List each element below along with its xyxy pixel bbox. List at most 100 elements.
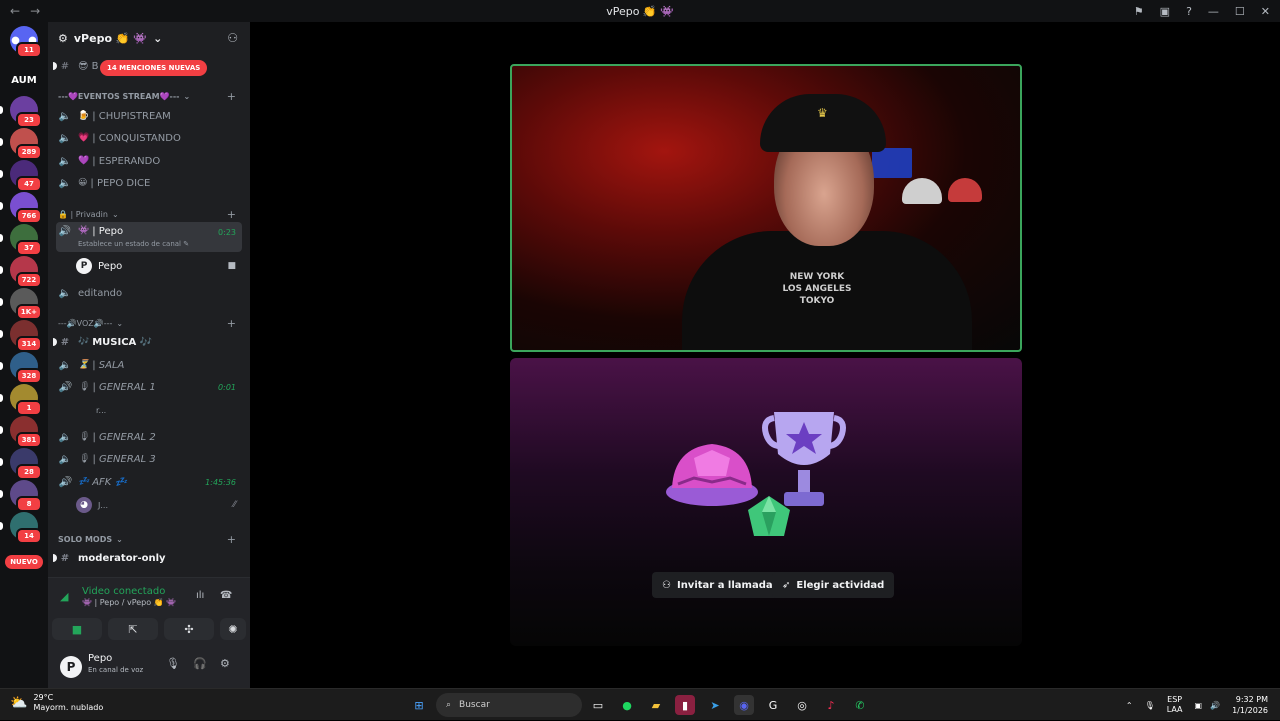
person-cap: [760, 94, 886, 152]
server-icon[interactable]: 8: [0, 480, 42, 512]
channel-conquistando[interactable]: 🔈 💗 | CONQUISTANDO: [56, 128, 242, 148]
server-badge: 766: [16, 208, 42, 224]
volume-icon[interactable]: 🔊: [1210, 701, 1220, 710]
chevron-down-icon: ⌄: [116, 318, 124, 328]
server-icon[interactable]: 37: [0, 224, 42, 256]
server-icon[interactable]: 1: [0, 384, 42, 416]
app-icon-pink[interactable]: ▮: [675, 695, 695, 715]
channel-chupistream[interactable]: 🔈 🍺 | CHUPISTREAM: [56, 106, 242, 126]
server-header[interactable]: ⚙ vPepo 👏 👾 ⌄ ⚇: [48, 22, 250, 54]
channel-moderator-only[interactable]: # moderator-only: [53, 548, 242, 568]
server-icon[interactable]: 23: [0, 96, 42, 128]
soundboard-button[interactable]: ✺: [220, 618, 246, 640]
microphone-icon[interactable]: 🎙: [1145, 701, 1155, 710]
chrome-icon[interactable]: ◎: [792, 695, 812, 715]
channel-sala[interactable]: 🔈 ⏳ | SALA: [56, 355, 242, 375]
server-badge: 1: [16, 400, 42, 416]
search-placeholder: Buscar: [459, 700, 490, 710]
channel-editando[interactable]: 🔈 editando: [56, 283, 242, 303]
channel-general-3[interactable]: 🔈 🎙 | GENERAL 3: [56, 449, 242, 469]
noise-suppression-icon[interactable]: ılı: [196, 590, 204, 601]
weather-widget[interactable]: ⛅ 29°C Mayorm. nublado: [10, 693, 103, 713]
voice-user-pepo[interactable]: P Pepo ■: [76, 256, 242, 276]
choose-activity-button[interactable]: ➶ Elegir actividad: [772, 572, 895, 598]
server-icon[interactable]: 47: [0, 160, 42, 192]
network-icon[interactable]: ▣: [1195, 701, 1203, 710]
avatar[interactable]: P: [60, 656, 82, 678]
add-channel-icon[interactable]: +: [227, 533, 236, 546]
category-solo-mods-label: SOLO MODS: [58, 534, 113, 544]
close-icon[interactable]: ✕: [1261, 5, 1270, 18]
gear-icon[interactable]: ⚙: [220, 657, 230, 670]
video-tile-pepo[interactable]: ♛ NEW YORK LOS ANGELES TOKYO: [510, 64, 1022, 352]
channel-general-1[interactable]: 🔊 🎙 | GENERAL 1 0:01: [56, 377, 242, 397]
server-icon[interactable]: 14: [0, 512, 42, 544]
channel-pepo-active[interactable]: 🔊 👾 | Pepo 0:23 Establece un estado de c…: [56, 222, 242, 252]
server-icon[interactable]: 766: [0, 192, 42, 224]
chevron-up-icon[interactable]: ⌃: [1126, 701, 1133, 710]
nuevo-badge[interactable]: NUEVO: [5, 555, 43, 569]
channel-afk[interactable]: 🔊 💤 AFK 💤 1:45:36: [56, 472, 242, 492]
camera-button[interactable]: ■: [52, 618, 102, 640]
voice-status[interactable]: Video conectado: [82, 586, 165, 597]
voice-location[interactable]: 👾 | Pepo / vPepo 👏 👾: [82, 598, 176, 607]
channel-pepo-dice[interactable]: 🔈 😀 | PEPO DICE: [56, 173, 242, 193]
avatar: ◕: [76, 497, 92, 513]
gem-icon: [748, 496, 790, 536]
mentions-pill[interactable]: 14 MENCIONES NUEVAS: [100, 60, 208, 76]
user-name[interactable]: Pepo: [88, 653, 112, 664]
disconnect-icon[interactable]: ☎: [220, 590, 232, 601]
channel-emoji: 🎙: [78, 432, 90, 442]
windows-start-icon[interactable]: ⊞: [409, 695, 429, 715]
spotify-icon[interactable]: ●: [617, 695, 637, 715]
voice-user-afk[interactable]: ◕ J... ⁄⁄: [76, 495, 242, 515]
category-eventos[interactable]: ---💜EVENTOS STREAM💜--- ⌄ +: [58, 89, 238, 103]
server-aum[interactable]: AUM: [10, 66, 38, 94]
channel-general-2[interactable]: 🔈 🎙 | GENERAL 2: [56, 427, 242, 447]
file-explorer-icon[interactable]: ▰: [646, 695, 666, 715]
unread-pill: [0, 202, 3, 210]
signal-icon[interactable]: ◢: [60, 590, 68, 603]
voice-user-general1[interactable]: r...: [96, 400, 262, 420]
language-indicator[interactable]: ESP LAA: [1167, 695, 1183, 715]
server-icon[interactable]: 722: [0, 256, 42, 288]
tiktok-icon[interactable]: ♪: [821, 695, 841, 715]
server-icon[interactable]: 289: [0, 128, 42, 160]
add-channel-icon[interactable]: +: [227, 90, 236, 103]
channel-status-hint[interactable]: Establece un estado de canal ✎: [78, 240, 189, 248]
add-channel-icon[interactable]: +: [227, 317, 236, 330]
server-badge: 23: [16, 112, 42, 128]
category-solo-mods[interactable]: SOLO MODS ⌄ +: [58, 532, 238, 546]
inbox-icon[interactable]: ⚑: [1134, 5, 1144, 18]
invite-to-call-button[interactable]: ⚇ Invitar a llamada: [652, 572, 783, 598]
telegram-icon[interactable]: ➤: [705, 695, 725, 715]
whatsapp-icon[interactable]: ✆: [850, 695, 870, 715]
category-voz[interactable]: ---🔊VOZ🔊--- ⌄ +: [58, 316, 238, 330]
home-button[interactable]: ●‿● 11: [10, 26, 42, 58]
channel-emoji: 💤: [78, 477, 90, 487]
screen-icon[interactable]: ▣: [1160, 5, 1170, 18]
clock[interactable]: 9:32 PM 1/1/2026: [1232, 694, 1268, 716]
server-icon[interactable]: 381: [0, 416, 42, 448]
server-icon[interactable]: 28: [0, 448, 42, 480]
task-view-icon[interactable]: ▭: [588, 695, 608, 715]
server-icon[interactable]: 314: [0, 320, 42, 352]
screen-share-button[interactable]: ⇱: [108, 618, 158, 640]
activities-button[interactable]: ✣: [164, 618, 214, 640]
maximize-icon[interactable]: ☐: [1235, 5, 1245, 18]
server-icon[interactable]: 1K+: [0, 288, 42, 320]
discord-taskbar-icon[interactable]: ◉: [734, 695, 754, 715]
system-tray: ⌃ 🎙 ESP LAA ▣ 🔊 9:32 PM 1/1/2026: [1126, 689, 1280, 721]
app-icon-g[interactable]: G: [763, 695, 783, 715]
microphone-icon[interactable]: 🎙: [166, 657, 180, 670]
taskbar-search[interactable]: ⌕ Buscar: [436, 693, 582, 717]
add-member-icon[interactable]: ⚇: [227, 31, 238, 45]
headphones-icon[interactable]: 🎧: [193, 657, 207, 670]
minimize-icon[interactable]: —: [1208, 5, 1219, 18]
add-channel-icon[interactable]: +: [227, 208, 236, 221]
channel-musica[interactable]: # 🎶 MUSICA 🎶: [53, 332, 242, 352]
server-icon[interactable]: 328: [0, 352, 42, 384]
help-icon[interactable]: ?: [1186, 5, 1192, 18]
category-privadin[interactable]: 🔒 | Privadin ⌄ +: [58, 207, 238, 221]
channel-esperando[interactable]: 🔈 💜 | ESPERANDO: [56, 151, 242, 171]
